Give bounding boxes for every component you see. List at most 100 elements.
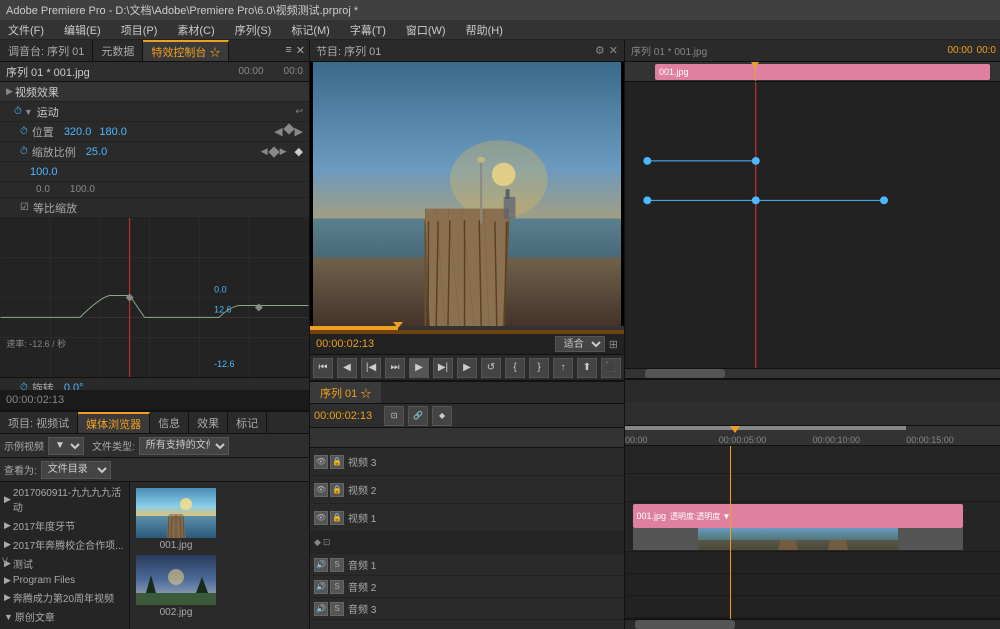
panel-menu-btn[interactable]: ≡ [285,44,291,57]
monitor-close-btn[interactable]: ✕ [609,44,618,57]
tab-mixer[interactable]: 调音台: 序列 01 [0,40,93,61]
a2-mute-btn[interactable]: 🔊 [314,580,328,594]
monitor-fit-dropdown[interactable]: 适合 [555,336,605,352]
tab-effect-controls[interactable]: 特效控制台 ☆ [143,40,229,61]
ctrl-goto-out[interactable]: ⏭ [385,358,405,378]
scale-y-val[interactable]: 100.0 [30,166,58,178]
track-header-a1: 🔊 S 音频 1 [310,554,624,576]
tab-project[interactable]: 项目: 视频试 [0,412,78,433]
menu-sequence[interactable]: 序列(S) [231,21,276,39]
file-type-dropdown[interactable]: 所有支持的文件 [139,437,229,455]
ctrl-loop[interactable]: ↺ [481,358,501,378]
v2-lock-btn[interactable]: 🔒 [330,483,344,497]
uniform-scale-checkbox[interactable]: ☑ [20,202,29,213]
ctrl-next-kf[interactable]: ▶| [433,358,453,378]
pos-y-val[interactable]: 180.0 [99,126,127,138]
ctrl-prev-kf[interactable]: |◀ [361,358,381,378]
pos-prev-keyframe[interactable]: ◀ [274,125,282,138]
rotation-val[interactable]: 0.0° [64,382,84,391]
tab-info[interactable]: 信息 [150,412,189,433]
ctrl-play[interactable]: ▶ [409,358,429,378]
menu-marker[interactable]: 标记(M) [287,21,334,39]
scale-kf-right[interactable]: ◆ [295,145,303,158]
v2-vis-btn[interactable]: 👁 [314,483,328,497]
timeline-tab-seq[interactable]: 序列 01 ☆ [310,382,381,403]
effect-time-display: 00:00:02:13 [0,390,309,410]
pos-keyframe-diamond[interactable] [283,123,294,134]
tree-item-6[interactable]: ▼ 原创文章 [0,607,129,626]
ctrl-mark-out[interactable]: } [529,358,549,378]
scale-kf-diamond[interactable] [268,146,279,157]
pos-x-val[interactable]: 320.0 [64,126,92,138]
v1-lock-btn[interactable]: 🔒 [330,511,344,525]
a2-label: 音频 2 [348,579,376,594]
video-effects-arrow[interactable]: ▶ [6,86,13,97]
ctrl-extract[interactable]: ⬆ [577,358,597,378]
tl-timecode[interactable]: 00:00:02:13 [314,410,372,422]
ctrl-step-back[interactable]: ◀ [337,358,357,378]
ctrl-mark-in[interactable]: { [505,358,525,378]
rot-stopwatch[interactable]: ⏱ [20,382,28,390]
effect-kf-svg [625,82,1000,368]
pos-next-keyframe[interactable]: ▶ [295,125,303,138]
position-row: ⏱ 位置 320.0 180.0 ◀ ▶ [0,122,309,142]
menu-project[interactable]: 项目(P) [117,21,162,39]
menu-clip[interactable]: 素材(C) [173,21,218,39]
motion-reset[interactable]: ↩ [295,106,303,117]
motion-stopwatch[interactable]: ⏱ [14,106,22,117]
track-header-v2: 👁 🔒 视频 2 [310,476,624,504]
tree-item-1[interactable]: ▶ 2017年度牙节 [0,516,129,535]
effect-tl-scrollbar[interactable] [625,368,1000,378]
scale-y-row: 100.0 [0,162,309,182]
menu-title[interactable]: 字幕(T) [346,21,390,39]
tl-hscrollbar[interactable] [625,619,1000,629]
motion-arrow[interactable]: ▼ [24,107,33,117]
ctrl-step-fwd[interactable]: ▶ [457,358,477,378]
v1-kf-btn[interactable]: ◆ [314,537,321,548]
monitor-settings-btn[interactable]: ⚙ [595,44,605,57]
a1-solo-btn[interactable]: S [330,558,344,572]
v1-vis-btn[interactable]: 👁 [314,511,328,525]
panel-close-btn[interactable]: ✕ [296,44,305,57]
show-dropdown[interactable]: ▼ [48,437,84,455]
tab-media-browser[interactable]: 媒体浏览器 [78,412,150,433]
svg-text:-12.6: -12.6 [214,359,234,369]
menu-file[interactable]: 文件(F) [4,21,48,39]
menu-help[interactable]: 帮助(H) [462,21,507,39]
a1-mute-btn[interactable]: 🔊 [314,558,328,572]
tl-snap-btn[interactable]: ⊡ [384,406,404,426]
scale-val[interactable]: 25.0 [86,146,107,158]
scale-stopwatch[interactable]: ⏱ [20,146,28,157]
middle-panel: 节目: 序列 01 ⚙ ✕ [310,40,625,629]
menu-window[interactable]: 窗口(W) [402,21,450,39]
clip-001-main[interactable]: 001.jpg 透明度:透明度 ▼ [633,504,963,528]
view-dropdown[interactable]: 文件目录 [41,461,111,479]
tab-effects[interactable]: 效果 [189,412,228,433]
ruler-spacer [310,428,624,448]
v3-vis-btn[interactable]: 👁 [314,455,328,469]
tab-markers[interactable]: 标记 [228,412,267,433]
clip-bar-001[interactable]: 001.jpg [655,64,990,80]
tree-item-2[interactable]: ▶ 2017年奔腾校企合作项... [0,535,129,554]
ctrl-export[interactable]: ⬛ [601,358,621,378]
tree-item-5[interactable]: ▶ 奔腾成力第20周年视频 [0,588,129,607]
ctrl-lift[interactable]: ↑ [553,358,573,378]
tree-item-0[interactable]: ▶ 2017060911-九九九九活动 [0,482,129,516]
tree-item-3[interactable]: ▶ 测试 [0,554,129,573]
tl-marker-btn[interactable]: ◆ [432,406,452,426]
a2-solo-btn[interactable]: S [330,580,344,594]
scale-prev-kf[interactable]: ◀ [261,146,268,157]
ctrl-goto-in[interactable]: ⏮ [313,358,333,378]
pos-stopwatch[interactable]: ⏱ [20,126,28,137]
monitor-expand-btn[interactable]: ⊞ [609,338,618,351]
v3-lock-btn[interactable]: 🔒 [330,455,344,469]
scale-next-kf[interactable]: ▶ [280,146,287,157]
tab-metadata[interactable]: 元数据 [93,40,143,61]
tree-item-4[interactable]: ▶ Program Files [0,573,129,588]
menu-edit[interactable]: 编辑(E) [60,21,105,39]
tl-link-btn[interactable]: 🔗 [408,406,428,426]
scale-controls: ◀ ▶ ◆ [261,145,303,158]
monitor-playbar[interactable] [310,326,624,334]
v1-blend-btn[interactable]: ⊡ [323,537,331,548]
media-item-001[interactable]: 001.jpg [136,488,216,551]
